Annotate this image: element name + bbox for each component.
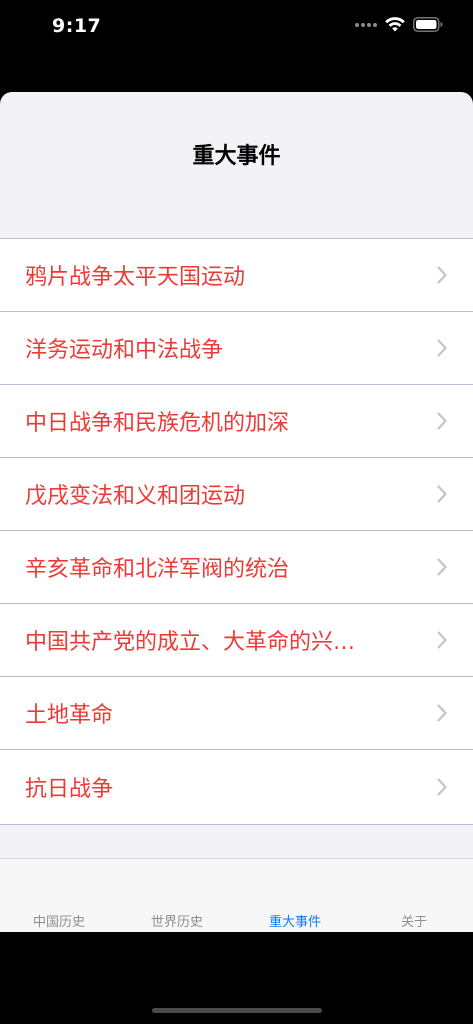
status-time: 9:17 xyxy=(52,15,102,37)
chevron-right-icon xyxy=(437,339,447,357)
cellular-signal-icon xyxy=(355,22,377,27)
list-item[interactable]: 中日战争和民族危机的加深 xyxy=(0,385,473,458)
battery-icon xyxy=(413,17,443,32)
chevron-right-icon xyxy=(437,485,447,503)
list-item[interactable]: 辛亥革命和北洋军阀的统治 xyxy=(0,531,473,604)
tab-world-history[interactable]: 世界历史 xyxy=(118,911,236,930)
event-list: 鸦片战争太平天国运动 洋务运动和中法战争 中日战争和民族危机的加深 戊戌变法和义… xyxy=(0,238,473,825)
chevron-right-icon xyxy=(437,558,447,576)
list-item[interactable]: 抗日战争 xyxy=(0,750,473,824)
list-item[interactable]: 鸦片战争太平天国运动 xyxy=(0,239,473,312)
chevron-right-icon xyxy=(437,631,447,649)
tab-major-events[interactable]: 重大事件 xyxy=(236,911,354,930)
chevron-right-icon xyxy=(437,412,447,430)
list-item-label: 中日战争和民族危机的加深 xyxy=(25,411,290,436)
list-item[interactable]: 戊戌变法和义和团运动 xyxy=(0,458,473,531)
chevron-right-icon xyxy=(437,778,447,796)
list-item-label: 鸦片战争太平天国运动 xyxy=(25,265,246,290)
page-title: 重大事件 xyxy=(192,144,281,169)
chevron-right-icon xyxy=(437,266,447,284)
modal-sheet: 重大事件 鸦片战争太平天国运动 洋务运动和中法战争 中日战争和民族危机的加深 戊… xyxy=(0,92,473,932)
tab-bar: 中国历史 世界历史 重大事件 关于 xyxy=(0,858,473,932)
tab-china-history[interactable]: 中国历史 xyxy=(0,911,118,930)
status-bar: 9:17 xyxy=(0,0,473,56)
list-item-label: 土地革命 xyxy=(25,703,114,728)
chevron-right-icon xyxy=(437,704,447,722)
list-item-label: 抗日战争 xyxy=(25,777,114,802)
tab-about[interactable]: 关于 xyxy=(355,911,473,930)
wifi-icon xyxy=(385,17,405,32)
list-item[interactable]: 洋务运动和中法战争 xyxy=(0,312,473,385)
list-item[interactable]: 中国共产党的成立、大革命的兴… xyxy=(0,604,473,677)
screen: 9:17 重大事件 鸦片战争太平天国运动 洋务运动和中法战争 中日战争和民族危机… xyxy=(0,0,473,1024)
list-item-label: 中国共产党的成立、大革命的兴… xyxy=(25,630,356,655)
status-icons xyxy=(355,17,443,32)
list-item-label: 洋务运动和中法战争 xyxy=(25,338,224,363)
home-indicator xyxy=(152,1008,322,1013)
list-item-label: 戊戌变法和义和团运动 xyxy=(25,484,246,509)
list-item-label: 辛亥革命和北洋军阀的统治 xyxy=(25,557,290,582)
list-item[interactable]: 土地革命 xyxy=(0,677,473,750)
navigation-bar: 重大事件 xyxy=(0,92,473,238)
